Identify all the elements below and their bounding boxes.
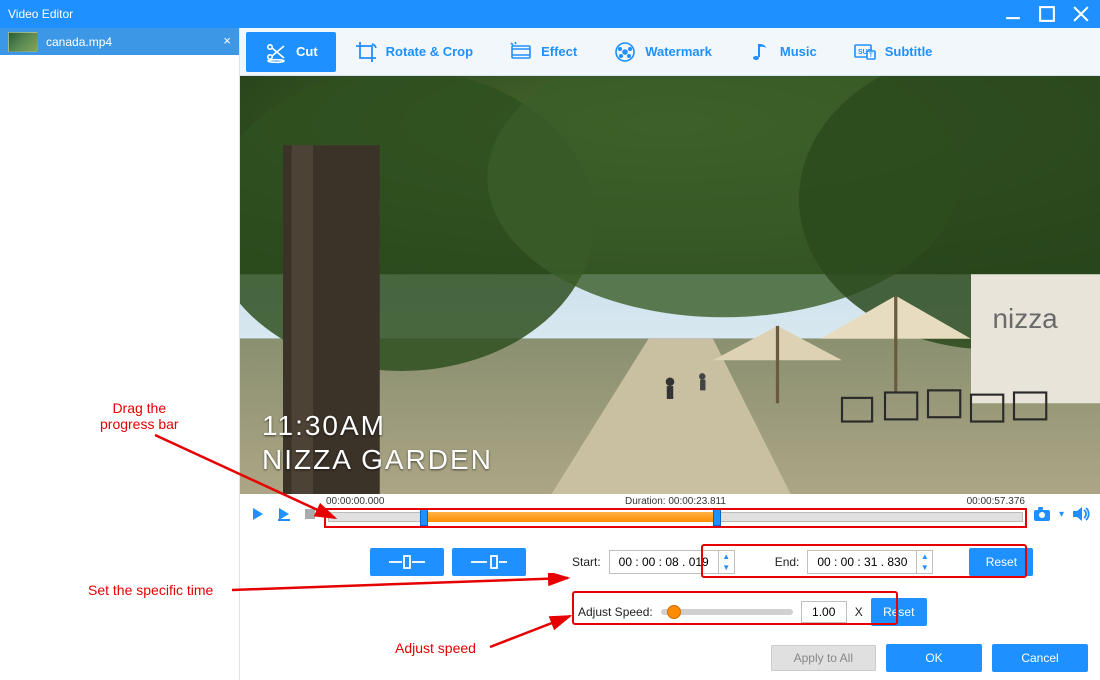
timeline-controls: 00:00:00.000 Duration: 00:00:23.811 00:0… (240, 494, 1100, 534)
timeline-end-label: 00:00:57.376 (967, 496, 1025, 507)
subtitle-icon: SUBT (853, 40, 877, 64)
ok-button[interactable]: OK (886, 644, 982, 672)
split-left-button[interactable] (370, 548, 444, 576)
app-title: Video Editor (8, 7, 73, 21)
tab-watermark-label: Watermark (645, 44, 712, 59)
tab-rotate-crop[interactable]: Rotate & Crop (336, 32, 491, 72)
music-icon (748, 40, 772, 64)
file-tab[interactable]: canada.mp4 × (0, 28, 239, 55)
speed-value-input[interactable] (801, 601, 847, 623)
start-label: Start: (572, 555, 601, 569)
tab-music-label: Music (780, 44, 817, 59)
reset-time-button[interactable]: Reset (969, 548, 1033, 576)
video-preview[interactable]: nizza 11:30AM NIZZA GARDEN (240, 76, 1100, 494)
file-sidebar: canada.mp4 × (0, 28, 240, 680)
video-overlay-text: 11:30AM NIZZA GARDEN (262, 410, 493, 476)
minimize-button[interactable] (1002, 4, 1024, 24)
file-name: canada.mp4 (46, 35, 112, 49)
volume-button[interactable] (1070, 503, 1092, 525)
titlebar: Video Editor (0, 0, 1100, 28)
crop-icon (354, 40, 378, 64)
timeline-handle-start[interactable] (420, 508, 428, 526)
cut-controls: Start: ▲▼ End: ▲▼ Reset Adjust Speed: (240, 534, 1100, 626)
apply-to-all-button[interactable]: Apply to All (771, 645, 876, 671)
stop-button[interactable] (300, 504, 320, 524)
start-time-spinner[interactable]: ▲▼ (719, 550, 735, 574)
tab-subtitle[interactable]: SUBT Subtitle (835, 32, 951, 72)
file-thumbnail (8, 32, 38, 52)
tab-watermark[interactable]: Watermark (595, 32, 730, 72)
effect-icon (509, 40, 533, 64)
snapshot-button[interactable] (1031, 503, 1053, 525)
maximize-button[interactable] (1036, 4, 1058, 24)
svg-text:T: T (869, 53, 873, 59)
file-close-icon[interactable]: × (223, 33, 231, 48)
end-time-input[interactable] (807, 550, 917, 574)
start-time-input[interactable] (609, 550, 719, 574)
tab-rotate-label: Rotate & Crop (386, 44, 473, 59)
speed-unit: X (855, 605, 863, 619)
tab-cut[interactable]: Cut (246, 32, 336, 72)
split-right-button[interactable] (452, 548, 526, 576)
speed-label: Adjust Speed: (578, 605, 653, 619)
tab-subtitle-label: Subtitle (885, 44, 933, 59)
cancel-button[interactable]: Cancel (992, 644, 1088, 672)
timeline-handle-end[interactable] (713, 508, 721, 526)
end-label: End: (775, 555, 800, 569)
timeline-selection (424, 512, 718, 522)
timeline-start-label: 00:00:00.000 (326, 496, 384, 507)
timeline[interactable]: 00:00:00.000 Duration: 00:00:23.811 00:0… (326, 496, 1025, 532)
end-time-spinner[interactable]: ▲▼ (917, 550, 933, 574)
tab-effect[interactable]: Effect (491, 32, 595, 72)
play-selection-button[interactable] (274, 504, 294, 524)
dialog-footer: Apply to All OK Cancel (771, 644, 1088, 672)
overlay-line1: 11:30AM (262, 410, 493, 442)
watermark-icon (613, 40, 637, 64)
speed-slider[interactable] (661, 609, 793, 615)
overlay-line2: NIZZA GARDEN (262, 444, 493, 476)
tab-effect-label: Effect (541, 44, 577, 59)
play-button[interactable] (248, 504, 268, 524)
snapshot-dropdown-icon[interactable]: ▾ (1059, 509, 1064, 520)
svg-text:nizza: nizza (993, 303, 1059, 334)
timeline-duration-label: Duration: 00:00:23.811 (625, 496, 726, 507)
tab-cut-label: Cut (296, 44, 318, 59)
editor-toolbar: Cut Rotate & Crop Effect Watermark Music… (240, 28, 1100, 76)
speed-slider-knob[interactable] (667, 605, 681, 619)
scissors-icon (264, 40, 288, 64)
reset-speed-button[interactable]: Reset (871, 598, 927, 626)
close-button[interactable] (1070, 4, 1092, 24)
tab-music[interactable]: Music (730, 32, 835, 72)
